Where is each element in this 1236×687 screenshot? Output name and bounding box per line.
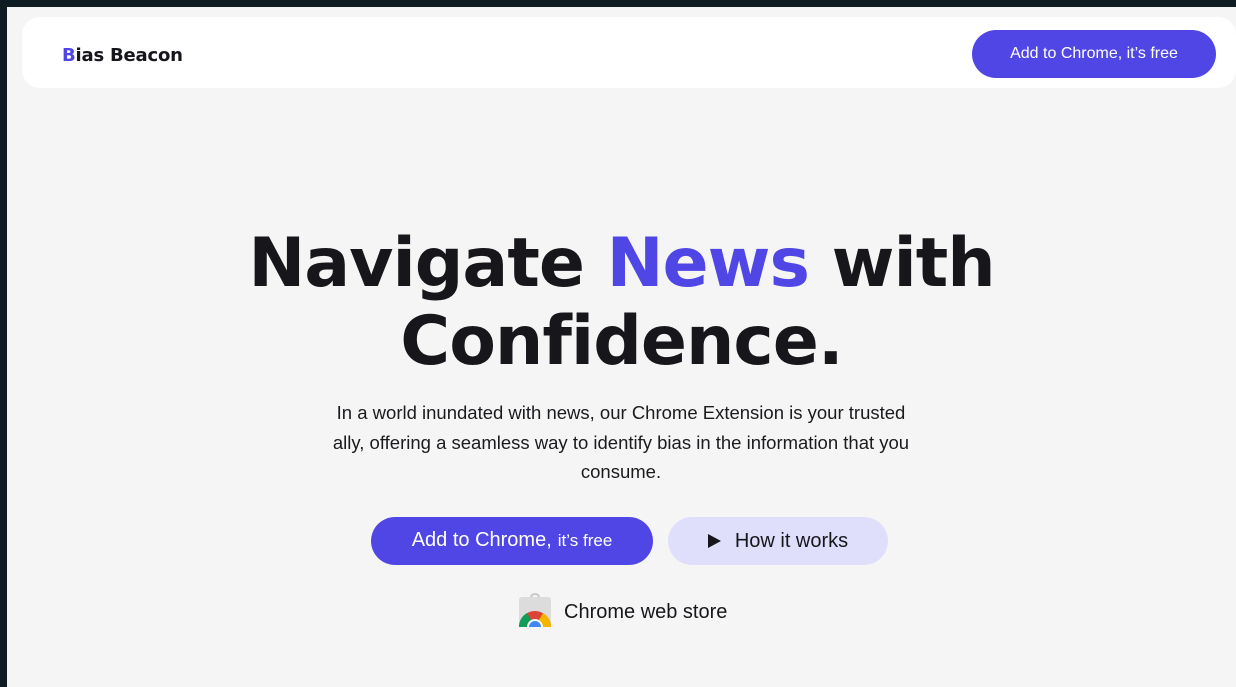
hero-title: Navigate News with Confidence. [7, 225, 1236, 381]
add-to-chrome-button[interactable]: Add to Chrome, it’s free [371, 517, 653, 565]
play-icon [707, 534, 721, 548]
hero-title-part1: Navigate [248, 224, 607, 303]
hero-title-accent: News [606, 224, 810, 303]
logo-text: ias Beacon [75, 45, 183, 66]
hero-subtitle: In a world inundated with news, our Chro… [332, 402, 910, 482]
page: Bias Beacon Add to Chrome, it’s free Nav… [7, 7, 1236, 687]
add-to-chrome-free-label: it’s free [557, 531, 613, 550]
add-to-chrome-header-button[interactable]: Add to Chrome, it’s free [972, 30, 1216, 78]
hero-title-part2: with [808, 224, 996, 303]
add-to-chrome-label: Add to Chrome, [411, 529, 552, 551]
chrome-web-store-badge[interactable]: Chrome web store [518, 592, 728, 635]
how-it-works-label: How it works [734, 529, 849, 552]
chrome-web-store-label: Chrome web store [564, 600, 728, 623]
logo[interactable]: Bias Beacon [62, 45, 183, 66]
how-it-works-button[interactable]: How it works [668, 517, 888, 565]
hero-title-line2: Confidence. [400, 302, 843, 381]
logo-initial: B [62, 45, 76, 66]
chrome-web-store-icon [518, 592, 552, 635]
navbar: Bias Beacon Add to Chrome, it’s free [22, 17, 1236, 88]
